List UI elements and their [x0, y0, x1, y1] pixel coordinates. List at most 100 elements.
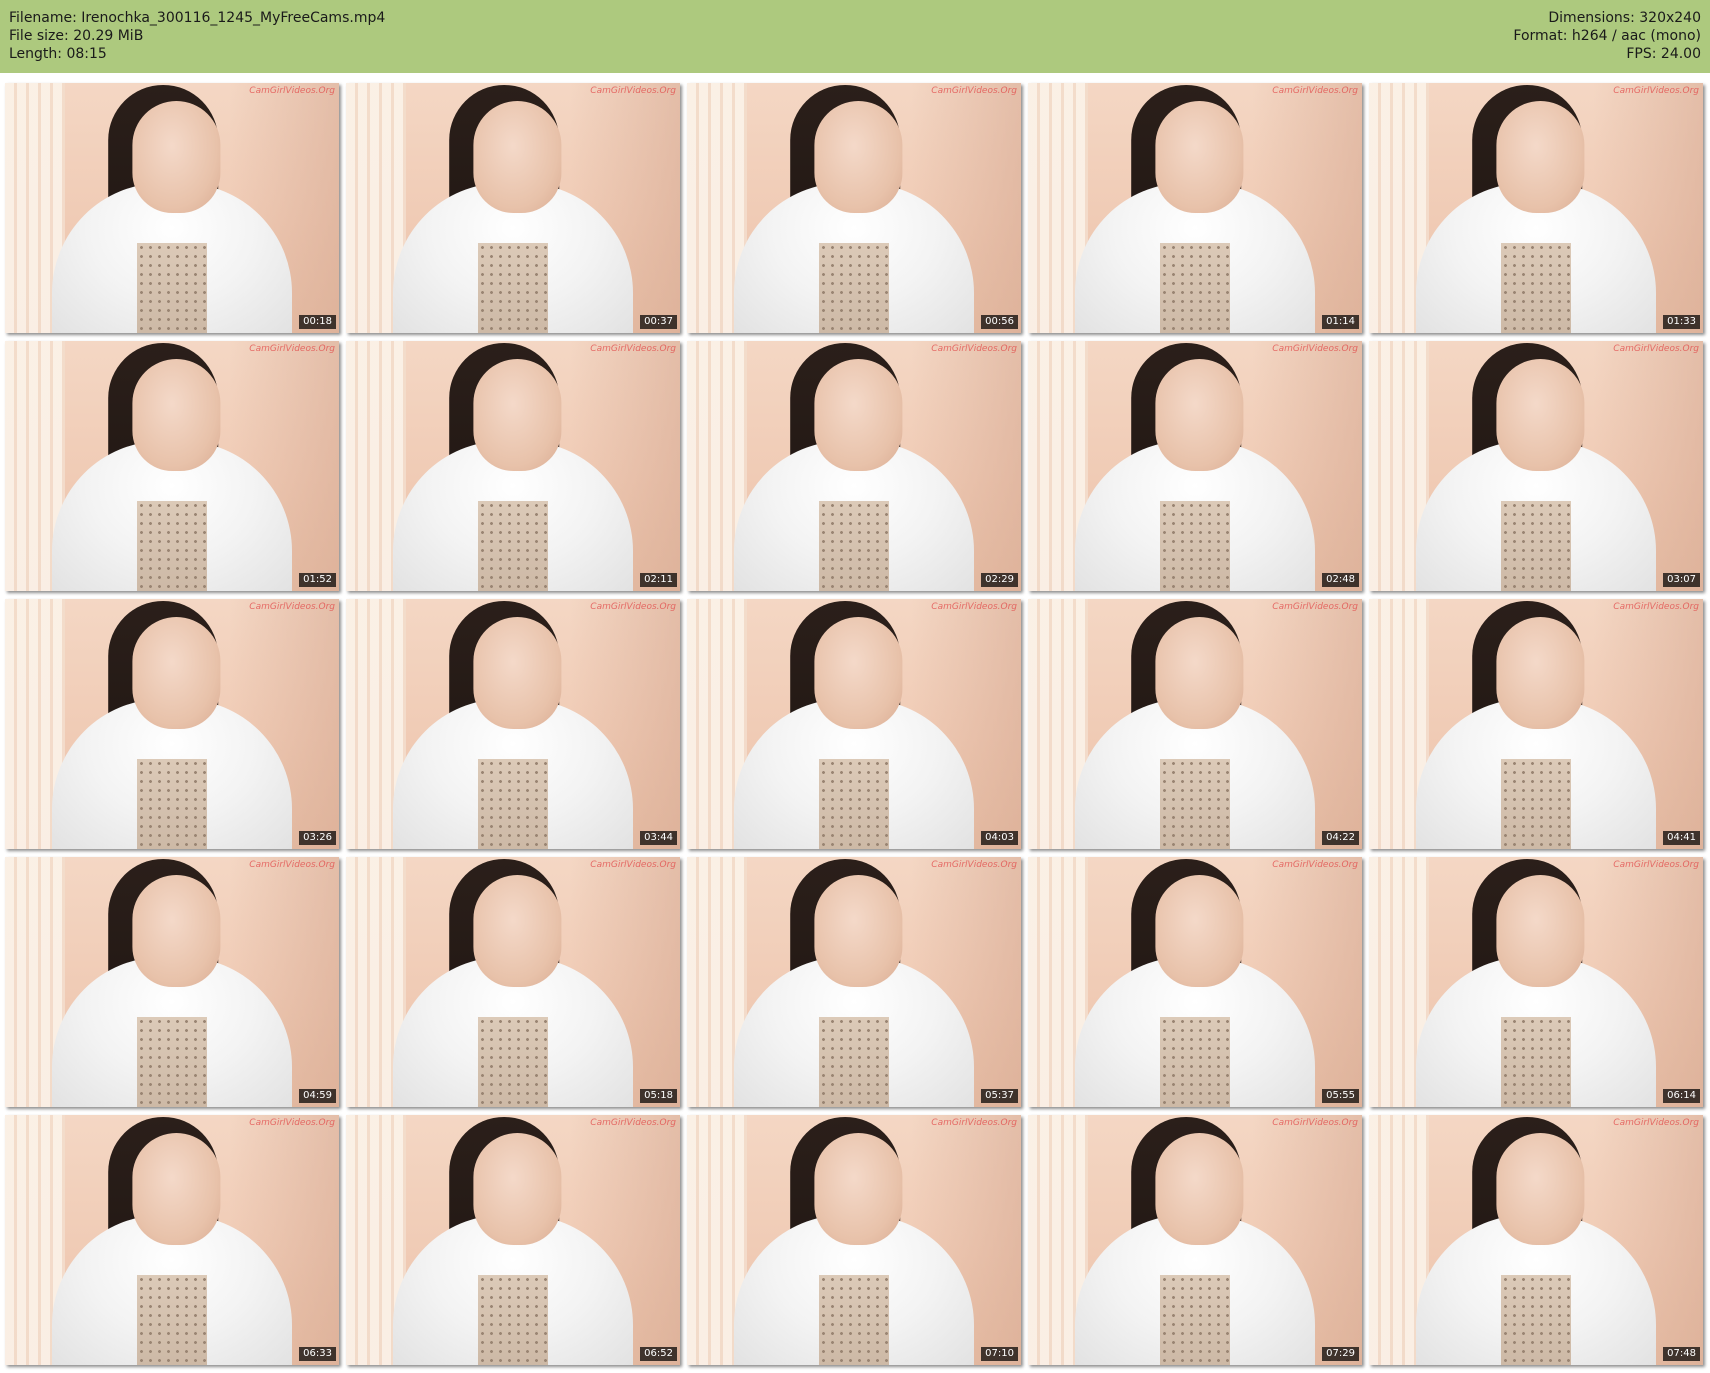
- thumbnail-grid: CamGirlVideos.Org 00:18 CamGirlVideos.Org 0…: [0, 73, 1710, 1373]
- timestamp-label: 05:55: [1322, 1089, 1359, 1103]
- video-frame-thumbnail: CamGirlVideos.Org 06:52: [346, 1115, 680, 1365]
- video-frame-thumbnail: CamGirlVideos.Org 06:33: [5, 1115, 339, 1365]
- watermark-logo: CamGirlVideos.Org: [931, 1118, 1017, 1128]
- blouse-shape: [1160, 243, 1230, 333]
- watermark-logo: CamGirlVideos.Org: [1613, 86, 1699, 96]
- timestamp-label: 01:14: [1322, 315, 1359, 329]
- watermark-logo: CamGirlVideos.Org: [590, 86, 676, 96]
- video-frame-thumbnail: CamGirlVideos.Org 07:48: [1369, 1115, 1703, 1365]
- blouse-shape: [1501, 501, 1571, 591]
- timestamp-label: 02:11: [640, 573, 677, 587]
- timestamp-label: 07:48: [1663, 1347, 1700, 1361]
- timestamp-label: 00:37: [640, 315, 677, 329]
- video-frame-thumbnail: CamGirlVideos.Org 04:59: [5, 857, 339, 1107]
- blouse-shape: [1501, 1017, 1571, 1107]
- watermark-logo: CamGirlVideos.Org: [1272, 1118, 1358, 1128]
- video-frame-thumbnail: CamGirlVideos.Org 05:18: [346, 857, 680, 1107]
- blouse-shape: [478, 243, 548, 333]
- watermark-logo: CamGirlVideos.Org: [249, 860, 335, 870]
- face-shape: [473, 101, 562, 213]
- blouse-shape: [1160, 501, 1230, 591]
- blouse-shape: [137, 759, 207, 849]
- video-frame-thumbnail: CamGirlVideos.Org 02:11: [346, 341, 680, 591]
- blouse-shape: [478, 1275, 548, 1365]
- watermark-logo: CamGirlVideos.Org: [931, 86, 1017, 96]
- watermark-logo: CamGirlVideos.Org: [931, 344, 1017, 354]
- watermark-logo: CamGirlVideos.Org: [1613, 1118, 1699, 1128]
- filesize-text: File size: 20.29 MiB: [9, 28, 144, 44]
- face-shape: [473, 617, 562, 729]
- blouse-shape: [1501, 759, 1571, 849]
- face-shape: [473, 875, 562, 987]
- timestamp-label: 03:26: [299, 831, 336, 845]
- watermark-logo: CamGirlVideos.Org: [1613, 344, 1699, 354]
- blouse-shape: [1501, 243, 1571, 333]
- timestamp-label: 04:03: [981, 831, 1018, 845]
- watermark-logo: CamGirlVideos.Org: [931, 860, 1017, 870]
- face-shape: [1496, 617, 1585, 729]
- video-frame-thumbnail: CamGirlVideos.Org 04:03: [687, 599, 1021, 849]
- video-frame-thumbnail: CamGirlVideos.Org 04:41: [1369, 599, 1703, 849]
- video-frame-thumbnail: CamGirlVideos.Org 01:52: [5, 341, 339, 591]
- blouse-shape: [819, 1017, 889, 1107]
- blouse-shape: [478, 501, 548, 591]
- video-frame-thumbnail: CamGirlVideos.Org 06:14: [1369, 857, 1703, 1107]
- watermark-logo: CamGirlVideos.Org: [1272, 86, 1358, 96]
- watermark-logo: CamGirlVideos.Org: [249, 344, 335, 354]
- meta-left: Filename: Irenochka_300116_1245_MyFreeCa…: [9, 9, 385, 63]
- video-frame-thumbnail: CamGirlVideos.Org 07:29: [1028, 1115, 1362, 1365]
- face-shape: [473, 1133, 562, 1245]
- timestamp-label: 07:10: [981, 1347, 1018, 1361]
- video-frame-thumbnail: CamGirlVideos.Org 03:44: [346, 599, 680, 849]
- video-frame-thumbnail: CamGirlVideos.Org 03:26: [5, 599, 339, 849]
- watermark-logo: CamGirlVideos.Org: [1272, 860, 1358, 870]
- blouse-shape: [1160, 1017, 1230, 1107]
- blouse-shape: [478, 759, 548, 849]
- face-shape: [1496, 1133, 1585, 1245]
- face-shape: [1155, 359, 1244, 471]
- video-frame-thumbnail: CamGirlVideos.Org 00:37: [346, 83, 680, 333]
- timestamp-label: 04:22: [1322, 831, 1359, 845]
- video-frame-thumbnail: CamGirlVideos.Org 07:10: [687, 1115, 1021, 1365]
- timestamp-label: 04:41: [1663, 831, 1700, 845]
- timestamp-label: 00:18: [299, 315, 336, 329]
- blouse-shape: [137, 1275, 207, 1365]
- face-shape: [132, 617, 221, 729]
- info-header: Filename: Irenochka_300116_1245_MyFreeCa…: [0, 0, 1710, 73]
- blouse-shape: [819, 243, 889, 333]
- face-shape: [132, 359, 221, 471]
- timestamp-label: 03:07: [1663, 573, 1700, 587]
- dimensions-text: Dimensions: 320x240: [1548, 10, 1701, 26]
- face-shape: [1496, 101, 1585, 213]
- watermark-logo: CamGirlVideos.Org: [249, 602, 335, 612]
- watermark-logo: CamGirlVideos.Org: [590, 602, 676, 612]
- timestamp-label: 07:29: [1322, 1347, 1359, 1361]
- video-frame-thumbnail: CamGirlVideos.Org 00:56: [687, 83, 1021, 333]
- watermark-logo: CamGirlVideos.Org: [1613, 602, 1699, 612]
- timestamp-label: 04:59: [299, 1089, 336, 1103]
- face-shape: [1496, 359, 1585, 471]
- face-shape: [473, 359, 562, 471]
- blouse-shape: [137, 243, 207, 333]
- video-frame-thumbnail: CamGirlVideos.Org 01:14: [1028, 83, 1362, 333]
- timestamp-label: 06:52: [640, 1347, 677, 1361]
- watermark-logo: CamGirlVideos.Org: [1613, 860, 1699, 870]
- filename-text: Filename: Irenochka_300116_1245_MyFreeCa…: [9, 10, 386, 26]
- blouse-shape: [478, 1017, 548, 1107]
- timestamp-label: 05:37: [981, 1089, 1018, 1103]
- face-shape: [1496, 875, 1585, 987]
- blouse-shape: [137, 1017, 207, 1107]
- face-shape: [132, 1133, 221, 1245]
- video-frame-thumbnail: CamGirlVideos.Org 04:22: [1028, 599, 1362, 849]
- blouse-shape: [819, 1275, 889, 1365]
- timestamp-label: 06:33: [299, 1347, 336, 1361]
- video-frame-thumbnail: CamGirlVideos.Org 05:37: [687, 857, 1021, 1107]
- blouse-shape: [1501, 1275, 1571, 1365]
- face-shape: [814, 617, 903, 729]
- watermark-logo: CamGirlVideos.Org: [590, 344, 676, 354]
- format-text: Format: h264 / aac (mono): [1513, 28, 1701, 44]
- watermark-logo: CamGirlVideos.Org: [249, 86, 335, 96]
- timestamp-label: 01:33: [1663, 315, 1700, 329]
- watermark-logo: CamGirlVideos.Org: [1272, 344, 1358, 354]
- face-shape: [814, 875, 903, 987]
